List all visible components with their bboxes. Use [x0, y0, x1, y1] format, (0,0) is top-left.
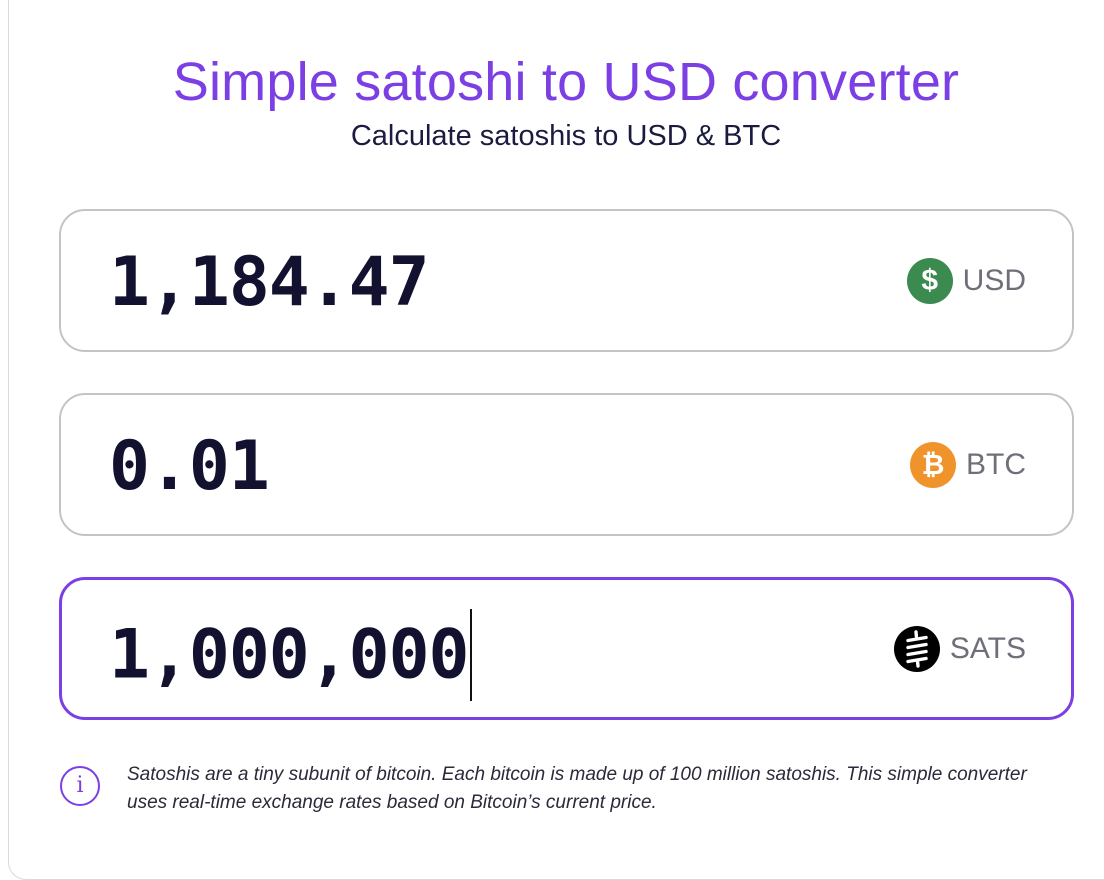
- bitcoin-icon: ₿: [910, 442, 956, 488]
- usd-unit-label: USD: [963, 264, 1026, 298]
- text-caret: [470, 609, 472, 701]
- usd-amount-input[interactable]: 1,184.47: [109, 245, 869, 321]
- sats-amount-input[interactable]: 1,000,000: [109, 613, 869, 705]
- page-subtitle: Calculate satoshis to USD & BTC: [0, 118, 1104, 154]
- sats-field[interactable]: 1,000,000 SATS: [59, 577, 1074, 720]
- sats-glyph: [894, 626, 940, 672]
- btc-unit: ₿ BTC: [910, 441, 1026, 489]
- btc-field[interactable]: 0.01 ₿ BTC: [59, 393, 1074, 536]
- info-icon: i: [60, 766, 100, 806]
- dollar-coin-icon: $: [907, 258, 953, 304]
- sats-amount-text: 1,000,000: [109, 616, 468, 695]
- usd-field[interactable]: 1,184.47 $ USD: [59, 209, 1074, 352]
- sats-unit: SATS: [894, 625, 1026, 673]
- info-text: Satoshis are a tiny subunit of bitcoin. …: [127, 761, 1057, 817]
- usd-unit: $ USD: [907, 257, 1026, 305]
- sats-icon: [894, 626, 940, 672]
- page-title: Simple satoshi to USD converter: [0, 50, 1104, 114]
- btc-amount-input[interactable]: 0.01: [109, 429, 869, 505]
- btc-unit-label: BTC: [966, 448, 1026, 482]
- sats-unit-label: SATS: [950, 632, 1026, 666]
